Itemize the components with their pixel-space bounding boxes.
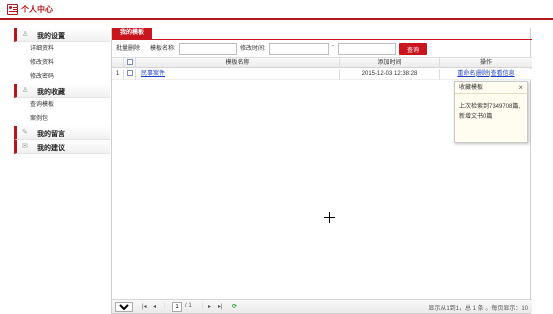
pager-divider: |: [164, 303, 166, 309]
select-all-checkbox[interactable]: [126, 59, 133, 66]
sidebar-group-suggestions[interactable]: ✉ 我的建议: [14, 140, 110, 154]
start-date-input[interactable]: [269, 43, 329, 55]
range-separator: -: [332, 43, 334, 49]
query-button[interactable]: 查询: [399, 43, 427, 55]
template-name-link[interactable]: 民事案件: [141, 71, 165, 77]
sidebar-group-label: 我的留言: [37, 131, 65, 138]
row-name-cell: 民事案件: [136, 69, 340, 80]
column-header-added[interactable]: 添加时间: [340, 58, 440, 68]
prev-page-icon[interactable]: ◂: [153, 303, 156, 310]
sidebar-group-messages[interactable]: ✎ 我的留言: [14, 126, 110, 140]
current-page-input[interactable]: [172, 302, 182, 312]
template-name-label: 模板名称:: [150, 46, 176, 52]
tooltip-line-1: 上次检索到7349708篇,: [459, 104, 521, 110]
sidebar-item-case-package[interactable]: 案例包: [14, 112, 110, 126]
pagination-bar: 10 |◂ ◂ | / 1 | ▸ ▸| ⟳ 显示从1到1，总 1 条 。每页显…: [112, 299, 532, 313]
sidebar-item-query-template[interactable]: 查询模板: [14, 98, 110, 112]
top-header: 个人中心: [0, 0, 553, 20]
table-row: 1 民事案件 2015-12-03 12:38:28 重命名|删除|查看信息: [112, 69, 532, 80]
tooltip-line-2: 新增文书0篇: [459, 114, 493, 120]
search-toolbar: 批量删除 模板名称: 修改时间: - 查询: [112, 41, 532, 55]
refresh-icon[interactable]: ⟳: [232, 303, 237, 310]
user-card-icon: [7, 4, 18, 15]
crosshair-cursor-icon: [324, 212, 335, 223]
modified-time-label: 修改时间:: [240, 46, 266, 52]
last-page-icon[interactable]: ▸|: [218, 303, 223, 310]
pager-summary: 显示从1到1，总 1 条 。每页显示：10: [428, 306, 528, 312]
view-info-link[interactable]: 查看信息: [491, 71, 515, 77]
close-icon[interactable]: ×: [518, 83, 523, 92]
sidebar-group-label: 我的建议: [37, 145, 65, 152]
sidebar-group-settings[interactable]: ♙ 我的设置: [14, 28, 110, 42]
row-added-time: 2015-12-03 12:38:28: [340, 69, 440, 80]
sidebar: ♙ 我的设置 详细资料 修改资料 修改密码 ♙ 我的收藏 查询模板 案例包 ✎ …: [14, 28, 110, 314]
sidebar-item-details[interactable]: 详细资料: [14, 42, 110, 56]
pencil-icon: ✎: [22, 129, 28, 136]
column-header-actions: 操作: [479, 60, 492, 66]
sidebar-group-favorites[interactable]: ♙ 我的收藏: [14, 84, 110, 98]
column-header-name[interactable]: 模板名称: [136, 58, 340, 68]
end-date-input[interactable]: [338, 43, 396, 55]
delete-link[interactable]: 删除: [477, 71, 489, 77]
user-icon: ♙: [22, 87, 29, 94]
tooltip-title: 收藏模板: [455, 82, 527, 94]
first-page-icon[interactable]: |◂: [142, 303, 147, 310]
pager-divider: |: [202, 303, 204, 309]
page-title: 个人中心: [21, 5, 53, 14]
select-all-cell: [124, 58, 136, 68]
sidebar-item-change-password[interactable]: 修改密码: [14, 70, 110, 84]
favorite-template-tooltip: 收藏模板 × 上次检索到7349708篇, 新增文书0篇: [454, 81, 528, 143]
total-pages: / 1: [185, 303, 192, 309]
next-page-icon[interactable]: ▸: [208, 303, 211, 310]
rename-link[interactable]: 重命名: [457, 71, 475, 77]
tab-underline: [112, 39, 532, 40]
row-actions: 重命名|删除|查看信息: [457, 71, 515, 77]
table-header: 模板名称 添加时间 操作: [112, 58, 532, 68]
row-index: 1: [112, 69, 124, 80]
page-size-select[interactable]: 10: [115, 302, 133, 312]
tab-my-templates[interactable]: 我的模板: [112, 28, 152, 39]
row-checkbox[interactable]: [126, 70, 133, 77]
template-name-input[interactable]: [179, 43, 237, 55]
row-checkbox-cell: [124, 69, 136, 80]
sidebar-item-edit-profile[interactable]: 修改资料: [14, 56, 110, 70]
mail-icon: ✉: [22, 143, 28, 150]
sidebar-group-label: 我的收藏: [37, 89, 65, 96]
user-icon: ♙: [22, 31, 29, 38]
index-header: [112, 58, 124, 68]
batch-delete-link[interactable]: 批量删除: [116, 43, 140, 52]
sidebar-group-label: 我的设置: [37, 33, 65, 40]
main-panel: 我的模板 批量删除 模板名称: 修改时间: - 查询 模板名称 添加时间 操作 …: [111, 28, 532, 314]
